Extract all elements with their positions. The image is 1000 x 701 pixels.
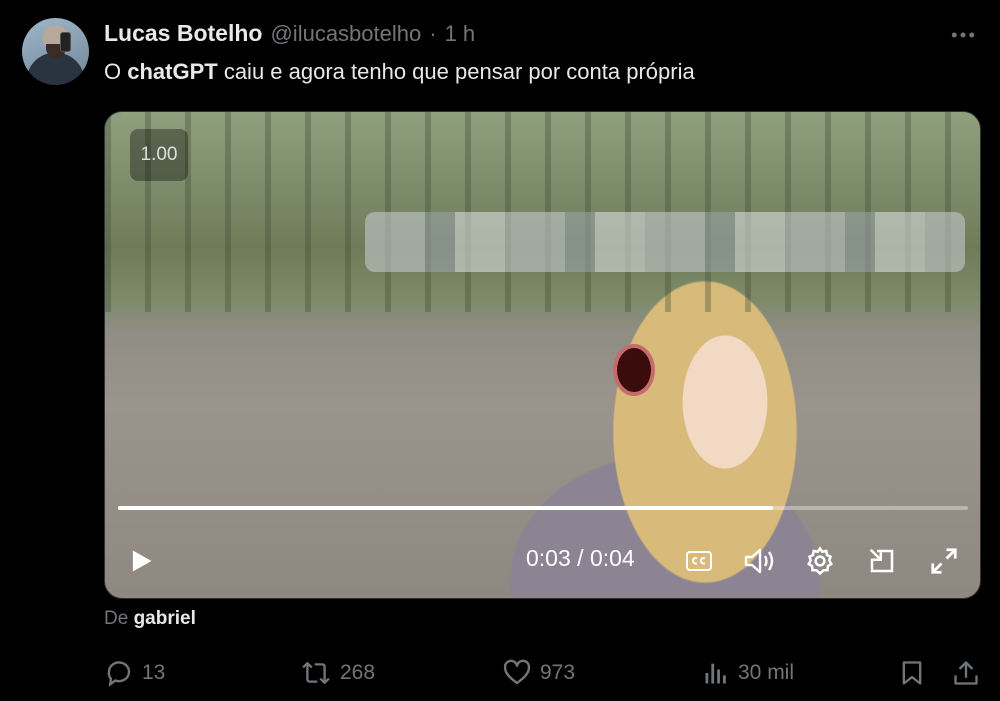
tweet-text-after: caiu e agora tenho que pensar por conta … <box>217 59 695 84</box>
views-chart-icon <box>705 663 726 684</box>
avatar-phone <box>60 32 71 52</box>
tweet-timestamp[interactable]: 1 h <box>445 21 476 47</box>
views-button[interactable]: 30 mil <box>702 650 794 696</box>
heart-icon <box>503 659 531 685</box>
bookmark-button[interactable] <box>898 650 926 696</box>
video-time-separator: / <box>577 545 584 571</box>
author-name[interactable]: Lucas Botelho <box>104 20 262 47</box>
tweet-text: O chatGPT caiu e agora tenho que pensar … <box>104 59 695 85</box>
repost-button[interactable]: 268 <box>300 650 375 696</box>
source-name[interactable]: gabriel <box>134 608 196 629</box>
captions-icon[interactable] <box>682 535 716 587</box>
reply-button[interactable]: 13 <box>104 650 165 696</box>
reply-icon <box>107 661 131 687</box>
share-icon <box>954 661 978 685</box>
views-count: 30 mil <box>738 661 795 684</box>
repost-count: 268 <box>340 661 376 684</box>
avatar[interactable] <box>22 18 89 85</box>
like-button[interactable]: 973 <box>502 650 575 696</box>
video-duration: 0:04 <box>589 545 635 571</box>
video-source-attribution: De gabriel <box>104 608 196 630</box>
video-frame-face <box>613 344 655 396</box>
more-dots-icon[interactable] <box>948 20 978 57</box>
video-progress-fill <box>118 506 773 510</box>
tweet-text-bold: chatGPT <box>127 59 218 84</box>
tweet-header: Lucas Botelho @ilucasbotelho · 1 h <box>104 20 475 47</box>
repost-icon <box>302 661 330 685</box>
time-separator: · <box>429 21 437 46</box>
video-time: 0:03 / 0:04 <box>526 545 635 572</box>
share-button[interactable] <box>952 650 980 696</box>
video-player[interactable] <box>104 111 981 599</box>
source-prefix: De <box>104 608 129 629</box>
author-handle[interactable]: @ilucasbotelho <box>270 21 421 47</box>
playback-speed-badge[interactable]: 1.00 <box>130 129 188 181</box>
gear-icon[interactable] <box>802 535 838 587</box>
picture-in-picture-icon[interactable] <box>864 535 900 587</box>
video-current-time: 0:03 <box>526 545 571 571</box>
fullscreen-icon[interactable] <box>926 535 962 587</box>
reply-count: 13 <box>142 661 166 684</box>
video-progress-bar[interactable] <box>118 506 968 510</box>
play-icon[interactable] <box>124 535 158 587</box>
tweet-text-before: O <box>104 59 128 84</box>
bookmark-icon <box>902 661 922 685</box>
tweet-actions-bar: 13 268 973 30 mil <box>0 650 1000 696</box>
video-controls: 0:03 / 0:04 <box>104 535 981 587</box>
volume-icon[interactable] <box>740 535 780 587</box>
video-frame-cars <box>365 212 965 272</box>
like-count: 973 <box>540 661 576 684</box>
